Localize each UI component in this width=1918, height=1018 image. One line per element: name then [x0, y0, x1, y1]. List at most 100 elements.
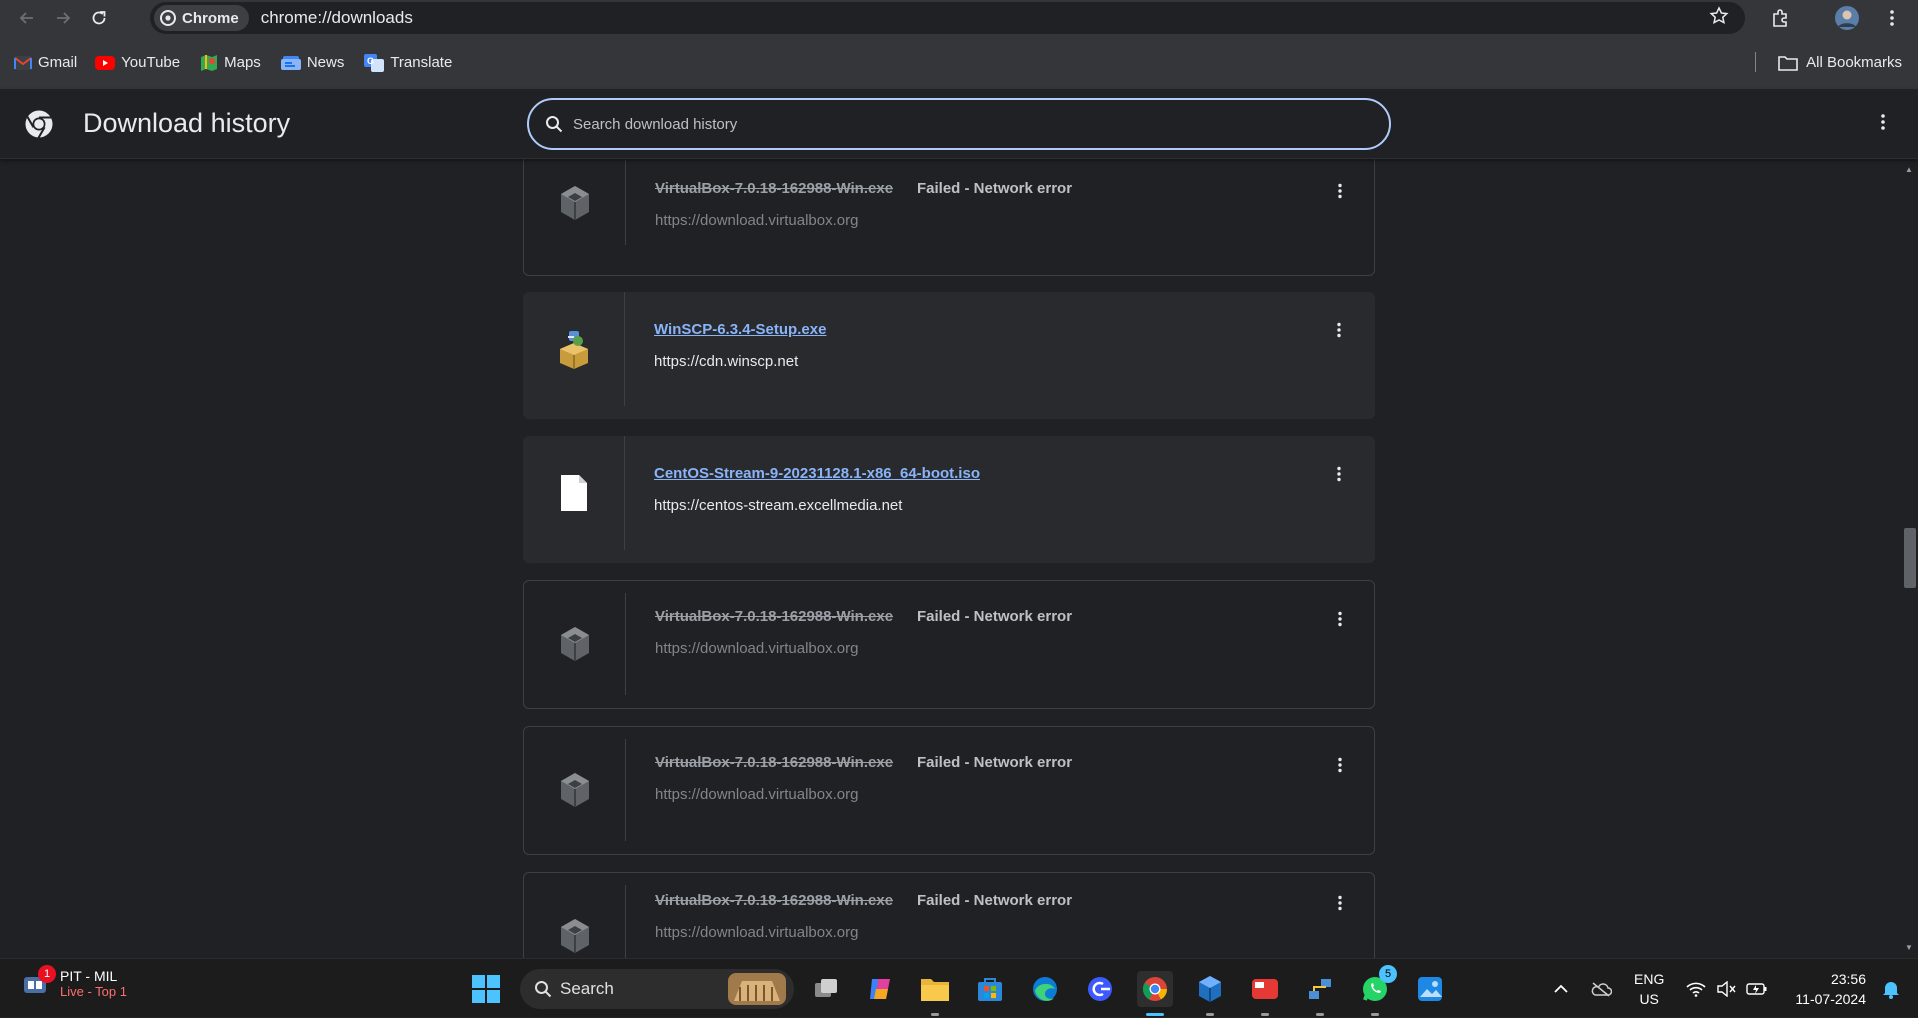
microsoft-store-button[interactable]: [972, 971, 1008, 1007]
widget-title: PIT - MIL: [60, 967, 118, 984]
search-bar[interactable]: [527, 98, 1391, 150]
chrome-menu-icon[interactable]: [1880, 4, 1904, 32]
bookmark-translate[interactable]: G Translate: [364, 53, 453, 72]
item-menu-button[interactable]: [1329, 318, 1349, 342]
chrome-taskbar-button[interactable]: [1137, 971, 1173, 1016]
bookmark-gmail[interactable]: Gmail: [14, 54, 77, 71]
extensions-icon[interactable]: [1766, 4, 1794, 32]
source-url[interactable]: https://download.virtualbox.org: [655, 786, 858, 803]
scroll-up-arrow-icon[interactable]: ▲: [1904, 165, 1914, 174]
windows-taskbar: 1 PIT - MIL Live - Top 1 Search 5 ENG US…: [0, 958, 1918, 1017]
virtualbox-file-icon: [524, 873, 626, 958]
file-explorer-button[interactable]: [917, 971, 953, 1016]
edge-icon: [1033, 977, 1057, 1001]
download-status: Failed - Network error: [917, 180, 1073, 197]
download-item: WinSCP-6.3.4-Setup.exe https://cdn.winsc…: [523, 292, 1375, 419]
virtualbox-icon: [1199, 976, 1221, 1002]
task-view-button[interactable]: [808, 971, 844, 1007]
more-vert-icon: [1338, 895, 1342, 911]
source-url[interactable]: https://download.virtualbox.org: [655, 924, 858, 941]
reload-button[interactable]: [84, 3, 114, 33]
news-icon: [280, 55, 301, 70]
maps-icon: [201, 54, 218, 71]
notification-badge: 5: [1379, 965, 1397, 983]
more-vert-icon: [1338, 757, 1342, 773]
downloads-header: Download history: [0, 89, 1918, 159]
all-bookmarks-button[interactable]: All Bookmarks: [1778, 36, 1902, 89]
winscp-installer-icon: [523, 292, 625, 406]
task-view-icon: [815, 979, 837, 997]
bookmark-label: News: [306, 54, 345, 71]
bookmark-label: Maps: [224, 54, 261, 71]
item-menu-button[interactable]: [1329, 462, 1349, 486]
gmail-icon: [14, 55, 32, 70]
page-scrollbar[interactable]: ▲ ▼: [1900, 159, 1918, 958]
language-line2: US: [1639, 991, 1659, 1007]
widgets-button[interactable]: 1 PIT - MIL Live - Top 1: [20, 965, 127, 999]
source-url[interactable]: https://download.virtualbox.org: [655, 212, 858, 229]
file-name[interactable]: WinSCP-6.3.4-Setup.exe: [654, 321, 826, 338]
bookmarks-divider: [1755, 52, 1756, 72]
wifi-icon[interactable]: [1686, 959, 1706, 1018]
item-menu-button[interactable]: [1330, 179, 1350, 203]
download-item: VirtualBox-7.0.18-162988-Win.exe Failed …: [523, 580, 1375, 709]
all-bookmarks-label: All Bookmarks: [1806, 54, 1902, 71]
virtualbox-taskbar-button[interactable]: [1192, 971, 1228, 1016]
bookmark-maps[interactable]: Maps: [200, 54, 261, 72]
bookmark-youtube[interactable]: YouTube: [95, 54, 180, 71]
download-status: Failed - Network error: [917, 754, 1073, 771]
bookmark-label: YouTube: [121, 54, 181, 71]
app-icon: [1252, 979, 1278, 999]
taskbar-search[interactable]: Search: [520, 969, 794, 1009]
download-item: VirtualBox-7.0.18-162988-Win.exe Failed …: [523, 872, 1375, 958]
volume-muted-icon[interactable]: [1716, 959, 1736, 1018]
url-text: chrome://downloads: [260, 8, 413, 27]
photos-button[interactable]: [1412, 971, 1448, 1007]
edge-button[interactable]: [1027, 971, 1063, 1007]
virtualbox-file-icon: [524, 727, 626, 853]
bookmark-label: Gmail: [38, 54, 78, 71]
address-bar[interactable]: Chrome chrome://downloads: [150, 2, 1745, 34]
source-url[interactable]: https://centos-stream.excellmedia.net: [654, 497, 902, 514]
source-url[interactable]: https://cdn.winscp.net: [654, 353, 798, 370]
start-button[interactable]: [470, 973, 502, 1005]
download-item: VirtualBox-7.0.18-162988-Win.exe Failed …: [523, 159, 1375, 276]
tray-overflow-button[interactable]: [1553, 959, 1569, 1018]
bookmark-label: Translate: [390, 54, 453, 71]
battery-icon[interactable]: [1746, 959, 1768, 1018]
running-indicator: [931, 1013, 939, 1016]
browser-toolbar: Chrome chrome://downloads: [0, 0, 1918, 36]
running-indicator: [1206, 1013, 1214, 1016]
search-input[interactable]: [573, 115, 1353, 133]
language-indicator[interactable]: ENG US: [1634, 969, 1664, 1009]
clock-time: 23:56: [1830, 971, 1866, 987]
bookmark-star-icon[interactable]: [1709, 6, 1729, 32]
chrome-chip[interactable]: Chrome: [154, 5, 249, 31]
scroll-thumb[interactable]: [1904, 528, 1916, 588]
arrow-left-icon: [19, 12, 33, 24]
app-button[interactable]: [1082, 971, 1118, 1007]
onedrive-icon[interactable]: [1590, 959, 1612, 1018]
scroll-down-arrow-icon[interactable]: ▼: [1904, 943, 1914, 952]
more-vert-icon: [1337, 322, 1341, 338]
item-menu-button[interactable]: [1330, 891, 1350, 915]
app-button-red[interactable]: [1247, 971, 1283, 1016]
bookmark-news[interactable]: News: [280, 54, 345, 71]
more-actions-button[interactable]: [1880, 113, 1886, 136]
clock[interactable]: 23:56 11-07-2024: [1795, 969, 1866, 1009]
network-app-button[interactable]: [1302, 971, 1338, 1016]
back-button[interactable]: [12, 3, 42, 33]
whatsapp-button[interactable]: 5: [1357, 965, 1397, 1016]
reload-icon: [92, 11, 106, 25]
folder-icon: [921, 979, 949, 1001]
forward-button[interactable]: [48, 3, 78, 33]
file-name[interactable]: CentOS-Stream-9-20231128.1-x86_64-boot.i…: [654, 465, 980, 482]
chrome-chip-label: Chrome: [182, 9, 239, 27]
copilot-button[interactable]: [862, 971, 898, 1007]
item-menu-button[interactable]: [1330, 753, 1350, 777]
notification-bell-icon[interactable]: [1882, 959, 1900, 1018]
item-menu-button[interactable]: [1330, 607, 1350, 631]
search-icon: [535, 981, 552, 998]
profile-avatar[interactable]: [1833, 4, 1861, 32]
source-url[interactable]: https://download.virtualbox.org: [655, 640, 858, 657]
